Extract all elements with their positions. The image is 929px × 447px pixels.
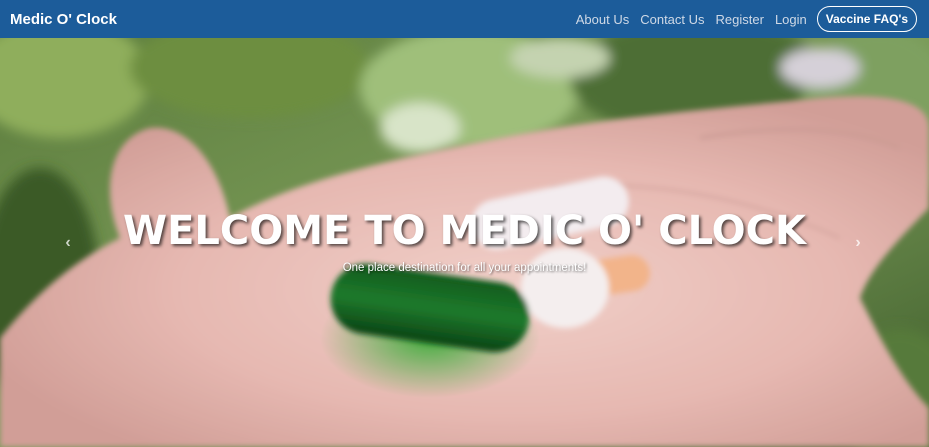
navbar: Medic O' Clock About Us Contact Us Regis…	[0, 0, 929, 38]
brand-logo[interactable]: Medic O' Clock	[10, 11, 117, 28]
nav-login[interactable]: Login	[775, 12, 807, 27]
nav-register[interactable]: Register	[716, 12, 764, 27]
page: Medic O' Clock About Us Contact Us Regis…	[0, 0, 929, 447]
hero-caption: WELCOME TO MEDIC O' CLOCK One place dest…	[0, 208, 929, 274]
hero-subtitle: One place destination for all your appoi…	[342, 262, 587, 274]
hero-title: WELCOME TO MEDIC O' CLOCK	[122, 208, 806, 254]
nav-contact-us[interactable]: Contact Us	[640, 12, 704, 27]
nav-links: About Us Contact Us Register Login Vacci…	[565, 6, 919, 32]
vaccine-faq-button[interactable]: Vaccine FAQ's	[816, 6, 917, 32]
nav-about-us[interactable]: About Us	[576, 12, 629, 27]
hero-carousel: ‹ › WELCOME TO MEDIC O' CLOCK One place …	[0, 38, 929, 447]
